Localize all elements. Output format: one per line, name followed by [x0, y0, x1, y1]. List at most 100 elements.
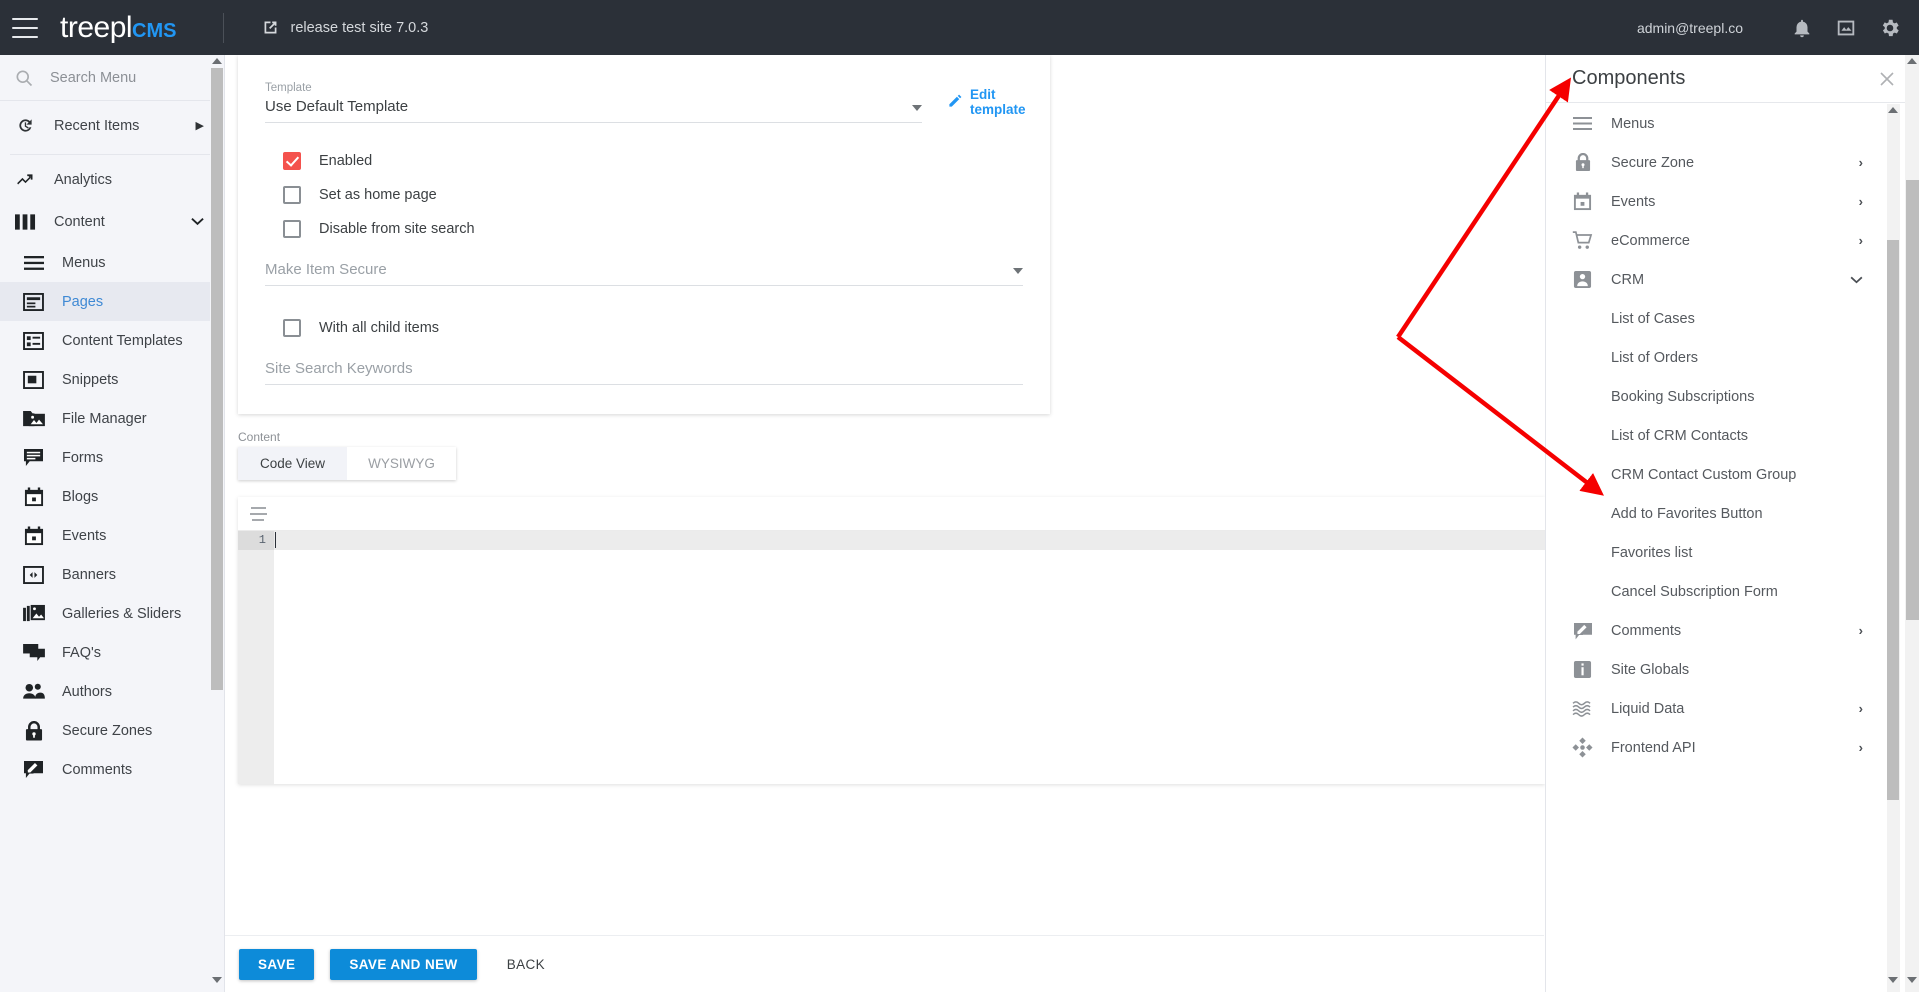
save-button[interactable]: SAVE	[239, 948, 315, 980]
with-all-child-items-row[interactable]: With all child items	[265, 312, 1023, 344]
component-item-list-of-cases[interactable]: List of Cases	[1546, 299, 1891, 338]
sidebar-item-banners[interactable]: Banners	[0, 555, 224, 594]
template-value: Use Default Template	[265, 98, 409, 115]
sidebar-scroll-down-arrow[interactable]	[212, 977, 222, 987]
sidebar-scroll-up-arrow[interactable]	[212, 58, 222, 68]
panel-scroll-down-arrow[interactable]	[1888, 977, 1898, 986]
sidebar-item-comments[interactable]: Comments	[0, 750, 224, 789]
tab-wysiwyg[interactable]: WYSIWYG	[347, 447, 456, 480]
top-bar-right: admin@treepl.co	[1637, 17, 1919, 39]
site-search-keywords-field[interactable]: Site Search Keywords	[265, 360, 1023, 385]
sidebar-item-forms[interactable]: Forms	[0, 438, 224, 477]
sidebar-divider	[10, 154, 216, 155]
sidebar-item-galleries-sliders[interactable]: Galleries & Sliders	[0, 594, 224, 633]
component-item-menus[interactable]: Menus	[1546, 104, 1891, 143]
edit-template-label: Edit template	[970, 87, 1026, 117]
component-item-list-of-crm-contacts[interactable]: List of CRM Contacts	[1546, 416, 1891, 455]
make-item-secure-field[interactable]: Make Item Secure	[265, 261, 1023, 286]
editor-code-area[interactable]	[274, 531, 1545, 784]
brand-logo[interactable]: treepl CMS	[60, 11, 177, 45]
tab-code-view[interactable]: Code View	[238, 447, 347, 480]
content-section-label: Content	[238, 430, 281, 444]
sidebar-item-label: Events	[62, 527, 107, 544]
component-item-frontend-api[interactable]: Frontend API ›	[1546, 728, 1891, 767]
page-scrollbar-thumb[interactable]	[1906, 180, 1919, 620]
chevron-down-icon[interactable]	[1013, 268, 1023, 274]
lock-icon	[1572, 152, 1593, 173]
with-all-child-items-label: With all child items	[319, 320, 440, 336]
set-home-page-checkbox-row[interactable]: Set as home page	[265, 179, 1023, 211]
sidebar-item-authors[interactable]: Authors	[0, 672, 224, 711]
page-icon	[22, 290, 45, 313]
sidebar-item-content-templates[interactable]: Content Templates	[0, 321, 224, 360]
site-name-label: release test site 7.0.3	[290, 19, 429, 36]
component-chevron: ›	[1858, 194, 1863, 209]
component-chevron: ›	[1858, 740, 1863, 755]
template-field[interactable]: Template Use Default Template	[265, 82, 922, 123]
bell-icon[interactable]	[1791, 17, 1813, 39]
sidebar-item-snippets[interactable]: Snippets	[0, 360, 224, 399]
page-scrollbar[interactable]	[1905, 55, 1919, 992]
component-item-secure-zone[interactable]: Secure Zone ›	[1546, 143, 1891, 182]
set-home-page-checkbox[interactable]	[283, 186, 301, 204]
component-item-events[interactable]: Events ›	[1546, 182, 1891, 221]
sidebar-item-menus[interactable]: Menus	[0, 243, 224, 282]
component-item-label: Secure Zone	[1611, 154, 1695, 171]
component-item-add-to-favorites-button[interactable]: Add to Favorites Button	[1546, 494, 1891, 533]
sidebar-item-pages[interactable]: Pages	[0, 282, 224, 321]
component-item-cancel-subscription-form[interactable]: Cancel Subscription Form	[1546, 572, 1891, 611]
page-scroll-down-arrow[interactable]	[1907, 977, 1917, 986]
sidebar-item-analytics[interactable]: Analytics	[0, 159, 224, 201]
editor-body[interactable]: 1	[238, 531, 1545, 784]
component-item-comments[interactable]: Comments ›	[1546, 611, 1891, 650]
page-scroll-up-arrow[interactable]	[1907, 58, 1917, 67]
with-all-child-items-checkbox[interactable]	[283, 319, 301, 337]
menu-lines-icon	[1572, 113, 1593, 134]
component-item-label: Liquid Data	[1611, 700, 1685, 717]
sidebar-item-label: Content Templates	[62, 332, 183, 349]
component-item-site-globals[interactable]: Site Globals	[1546, 650, 1891, 689]
component-item-ecommerce[interactable]: eCommerce ›	[1546, 221, 1891, 260]
sidebar-item-faqs[interactable]: FAQ's	[0, 633, 224, 672]
comment-edit-icon	[22, 758, 45, 781]
component-item-crm[interactable]: CRM	[1546, 260, 1891, 299]
component-item-liquid-data[interactable]: Liquid Data ›	[1546, 689, 1891, 728]
image-icon[interactable]	[1835, 17, 1857, 39]
chevron-down-icon[interactable]	[912, 105, 922, 111]
save-and-new-button[interactable]: SAVE AND NEW	[330, 948, 477, 980]
gear-icon[interactable]	[1879, 17, 1901, 39]
component-item-label: Events	[1611, 193, 1656, 210]
sidebar-item-recent-items[interactable]: Recent Items ▶	[0, 101, 224, 150]
panel-scroll-up-arrow[interactable]	[1888, 107, 1898, 116]
sidebar-item-events[interactable]: Events	[0, 516, 224, 555]
component-item-crm-contact-custom-group[interactable]: CRM Contact Custom Group	[1546, 455, 1891, 494]
enabled-checkbox[interactable]	[283, 152, 301, 170]
hamburger-icon[interactable]	[12, 17, 38, 38]
components-panel-scrollbar-thumb[interactable]	[1887, 240, 1899, 800]
sidebar-item-label: Pages	[62, 293, 104, 310]
sidebar-item-label: Content	[54, 214, 105, 230]
sidebar-scrollbar-thumb[interactable]	[211, 68, 223, 690]
site-link[interactable]: release test site 7.0.3	[262, 19, 429, 36]
back-button[interactable]: BACK	[493, 949, 559, 980]
component-item-favorites-list[interactable]: Favorites list	[1546, 533, 1891, 572]
sidebar-item-label: Secure Zones	[62, 722, 153, 739]
pencil-icon	[948, 93, 970, 111]
align-lines-icon[interactable]	[250, 506, 267, 521]
component-item-list-of-orders[interactable]: List of Orders	[1546, 338, 1891, 377]
component-item-booking-subscriptions[interactable]: Booking Subscriptions	[1546, 377, 1891, 416]
enabled-checkbox-row[interactable]: Enabled	[265, 145, 1023, 177]
sidebar-item-label: Snippets	[62, 371, 119, 388]
columns-icon	[14, 211, 37, 234]
sidebar-item-content[interactable]: Content	[0, 201, 224, 243]
action-bar: SAVE SAVE AND NEW BACK	[225, 935, 1544, 992]
disable-site-search-checkbox-row[interactable]: Disable from site search	[265, 213, 1023, 245]
edit-template-link[interactable]: Edit template	[948, 87, 1026, 117]
person-badge-icon	[1572, 269, 1593, 290]
search-input[interactable]	[50, 69, 200, 86]
close-icon[interactable]	[1877, 69, 1897, 89]
sidebar-item-secure-zones[interactable]: Secure Zones	[0, 711, 224, 750]
sidebar-item-blogs[interactable]: Blogs	[0, 477, 224, 516]
sidebar-item-file-manager[interactable]: File Manager	[0, 399, 224, 438]
disable-site-search-checkbox[interactable]	[283, 220, 301, 238]
